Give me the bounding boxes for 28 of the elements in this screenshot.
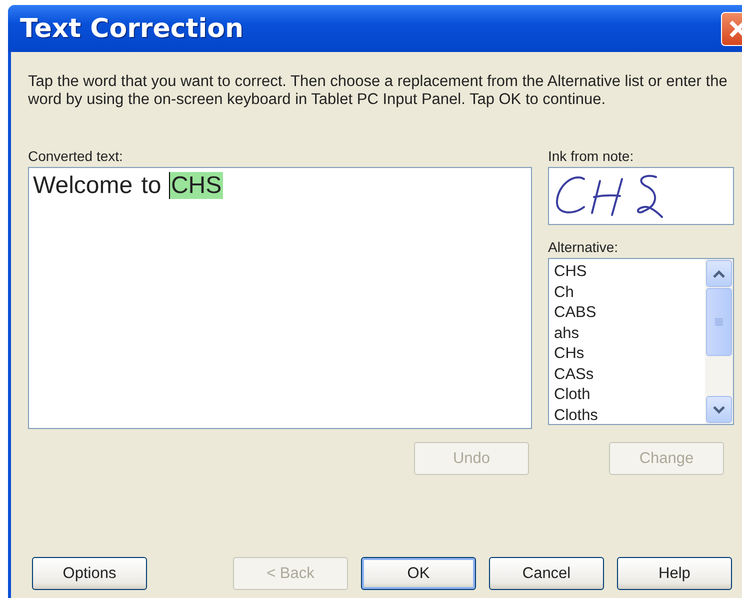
alternative-label: Alternative: <box>548 239 620 257</box>
word[interactable]: CHS <box>168 172 223 199</box>
list-item[interactable]: CHs <box>554 344 584 364</box>
word[interactable]: Welcome <box>32 172 134 199</box>
chevron-down-icon <box>713 406 725 414</box>
instruction-text: Tap the word that you want to correct. Then choose a replacement from the Alternative list or enter the word by using the on-screen keyboard in Tablet PC Input Panel. Tap OK to continue. <box>28 73 728 109</box>
list-item[interactable]: CABS <box>554 303 596 324</box>
ink-label: Ink from note: <box>548 148 635 166</box>
list-item[interactable]: Ch <box>554 282 574 303</box>
dialog-button[interactable]: OK <box>361 557 476 590</box>
window-title: Text Correction <box>20 14 244 44</box>
scroll-up-button[interactable] <box>706 260 732 287</box>
grip-icon <box>715 318 723 326</box>
dialog-button[interactable]: Options <box>32 557 147 590</box>
dialog-button[interactable]: Help <box>617 557 732 590</box>
list-item[interactable]: ahs <box>554 324 579 344</box>
close-icon <box>728 18 742 38</box>
scroll-down-button[interactable] <box>706 396 732 423</box>
converted-text-label: Converted text: <box>28 148 124 166</box>
list-item[interactable]: Cloth <box>554 385 590 406</box>
list-item[interactable]: CASs <box>554 364 594 385</box>
dialog-button[interactable]: Cancel <box>489 557 604 590</box>
converted-text-field[interactable]: Welcome to CHS <box>28 167 532 429</box>
list-item[interactable]: Cloths <box>554 406 598 426</box>
list-item[interactable]: CHS <box>554 262 587 282</box>
word[interactable]: to <box>140 172 162 199</box>
chevron-up-icon <box>713 270 725 278</box>
scroll-thumb[interactable] <box>706 288 732 356</box>
